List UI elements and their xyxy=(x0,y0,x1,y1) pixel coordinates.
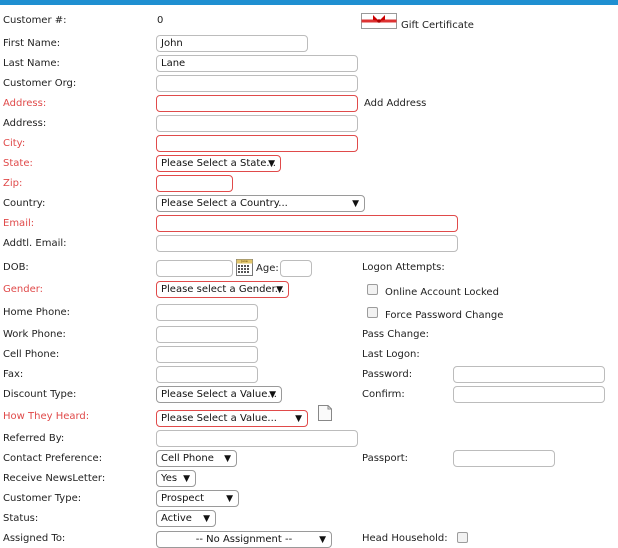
caret-down-icon: ▼ xyxy=(224,454,231,464)
status-selected-value: Active xyxy=(161,513,192,524)
zip-input[interactable] xyxy=(156,175,233,192)
receive-newsletter-label: Receive NewsLetter: xyxy=(3,473,106,484)
status-select[interactable]: Active ▼ xyxy=(156,510,216,527)
gender-select[interactable]: Please select a Gender... ▼ xyxy=(156,281,289,298)
city-input[interactable] xyxy=(156,135,358,152)
referred-by-label: Referred By: xyxy=(3,433,65,444)
customer-type-select[interactable]: Prospect ▼ xyxy=(156,490,239,507)
customer-type-label: Customer Type: xyxy=(3,493,82,504)
confirm-input[interactable] xyxy=(453,386,605,403)
receive-newsletter-selected-value: Yes xyxy=(161,473,178,484)
confirm-label: Confirm: xyxy=(362,389,405,400)
caret-down-icon: ▼ xyxy=(352,199,359,209)
notes-icon[interactable] xyxy=(318,405,332,421)
addtl-email-label: Addtl. Email: xyxy=(3,238,67,249)
address2-input[interactable] xyxy=(156,115,358,132)
customer-type-selected-value: Prospect xyxy=(161,493,204,504)
home-phone-label: Home Phone: xyxy=(3,307,71,318)
fax-label: Fax: xyxy=(3,369,24,380)
customer-number-label: Customer #: xyxy=(3,15,67,26)
top-accent-bar xyxy=(0,0,618,5)
city-label: City: xyxy=(3,138,26,149)
how-they-heard-label: How They Heard: xyxy=(3,411,90,422)
work-phone-input[interactable] xyxy=(156,326,258,343)
caret-down-icon: ▼ xyxy=(183,474,190,484)
caret-down-icon: ▼ xyxy=(268,159,275,169)
discount-type-selected-value: Please Select a Value... xyxy=(161,389,277,400)
caret-down-icon: ▼ xyxy=(319,535,326,545)
contact-preference-label: Contact Preference: xyxy=(3,453,103,464)
state-selected-value: Please Select a State... xyxy=(161,158,276,169)
referred-by-input[interactable] xyxy=(156,430,358,447)
add-address-link[interactable]: Add Address xyxy=(364,98,426,110)
assigned-to-select[interactable]: -- No Assignment -- ▼ xyxy=(156,531,332,548)
caret-down-icon: ▼ xyxy=(269,390,276,400)
customer-org-input[interactable] xyxy=(156,75,358,92)
last-name-label: Last Name: xyxy=(3,58,60,69)
gift-certificate-label[interactable]: Gift Certificate xyxy=(401,20,474,32)
addtl-email-input[interactable] xyxy=(156,235,458,252)
passport-input[interactable] xyxy=(453,450,555,467)
age-label: Age: xyxy=(256,263,279,274)
logon-attempts-label: Logon Attempts: xyxy=(362,262,445,273)
customer-org-label: Customer Org: xyxy=(3,78,77,89)
address1-label: Address: xyxy=(3,98,47,109)
passport-label: Passport: xyxy=(362,453,408,464)
customer-number-value: 0 xyxy=(157,15,164,26)
work-phone-label: Work Phone: xyxy=(3,329,66,340)
dob-input[interactable] xyxy=(156,260,233,277)
password-label: Password: xyxy=(362,369,413,380)
zip-label: Zip: xyxy=(3,178,23,189)
last-logon-label: Last Logon: xyxy=(362,349,420,360)
email-input[interactable] xyxy=(156,215,458,232)
password-input[interactable] xyxy=(453,366,605,383)
assigned-to-label: Assigned To: xyxy=(3,533,66,544)
head-household-checkbox[interactable] xyxy=(457,532,468,543)
first-name-label: First Name: xyxy=(3,38,61,49)
online-account-locked-checkbox[interactable] xyxy=(367,284,378,295)
address1-input[interactable] xyxy=(156,95,358,112)
first-name-input[interactable]: John xyxy=(156,35,308,52)
country-label: Country: xyxy=(3,198,46,209)
contact-preference-selected-value: Cell Phone xyxy=(161,453,214,464)
country-selected-value: Please Select a Country... xyxy=(161,198,288,209)
discount-type-label: Discount Type: xyxy=(3,389,77,400)
cell-phone-input[interactable] xyxy=(156,346,258,363)
country-select[interactable]: Please Select a Country... ▼ xyxy=(156,195,365,212)
calendar-icon-month: June xyxy=(241,259,248,263)
cell-phone-label: Cell Phone: xyxy=(3,349,60,360)
gender-selected-value: Please select a Gender... xyxy=(161,284,285,295)
state-select[interactable]: Please Select a State... ▼ xyxy=(156,155,281,172)
online-account-locked-label: Online Account Locked xyxy=(385,287,499,298)
caret-down-icon: ▼ xyxy=(295,414,302,424)
force-password-change-checkbox[interactable] xyxy=(367,307,378,318)
assigned-to-selected-value: -- No Assignment -- xyxy=(195,534,293,545)
calendar-icon[interactable]: June xyxy=(236,259,253,276)
how-they-heard-select[interactable]: Please Select a Value... ▼ xyxy=(156,410,308,427)
caret-down-icon: ▼ xyxy=(226,494,233,504)
age-input[interactable] xyxy=(280,260,312,277)
email-label: Email: xyxy=(3,218,35,229)
caret-down-icon: ▼ xyxy=(276,285,283,295)
pass-change-label: Pass Change: xyxy=(362,329,429,340)
receive-newsletter-select[interactable]: Yes ▼ xyxy=(156,470,196,487)
dob-label: DOB: xyxy=(3,262,29,273)
gender-label: Gender: xyxy=(3,284,44,295)
force-password-change-label: Force Password Change xyxy=(385,310,504,321)
state-label: State: xyxy=(3,158,33,169)
head-household-label: Head Household: xyxy=(362,533,448,544)
contact-preference-select[interactable]: Cell Phone ▼ xyxy=(156,450,237,467)
address2-label: Address: xyxy=(3,118,47,129)
gift-certificate-icon[interactable] xyxy=(361,12,397,30)
how-they-heard-selected-value: Please Select a Value... xyxy=(161,413,277,424)
last-name-input[interactable]: Lane xyxy=(156,55,358,72)
fax-input[interactable] xyxy=(156,366,258,383)
home-phone-input[interactable] xyxy=(156,304,258,321)
discount-type-select[interactable]: Please Select a Value... ▼ xyxy=(156,386,282,403)
status-label: Status: xyxy=(3,513,39,524)
caret-down-icon: ▼ xyxy=(203,514,210,524)
